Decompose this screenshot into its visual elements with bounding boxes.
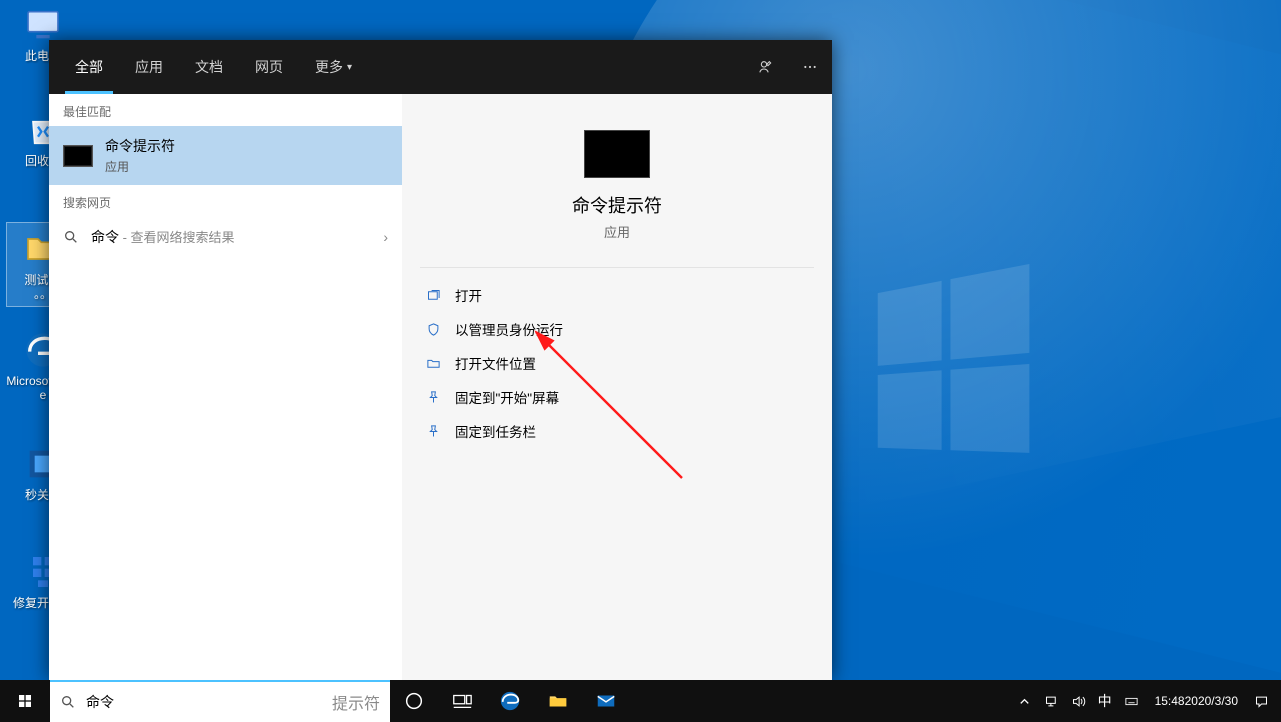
taskbar-app-edge[interactable] [486,680,534,722]
tray-overflow[interactable] [1011,680,1038,722]
tray-ime-keyboard[interactable] [1118,680,1145,722]
tray-date: 2020/3/30 [1185,694,1238,708]
result-web-search[interactable]: 命令 - 查看网络搜索结果 › [49,217,402,257]
cmd-icon [63,145,93,167]
tab-all[interactable]: 全部 [59,40,119,94]
result-best-match[interactable]: 命令提示符 应用 [49,126,402,185]
action-pin-to-start[interactable]: 固定到"开始"屏幕 [402,380,832,414]
tray-volume[interactable] [1065,680,1092,722]
tray-action-center[interactable] [1248,680,1275,722]
tab-apps[interactable]: 应用 [119,40,179,94]
chevron-right-icon: › [383,229,388,245]
section-best-match: 最佳匹配 [49,94,402,126]
shield-icon [426,322,441,337]
folder-icon [547,690,569,712]
open-icon [426,288,441,303]
tray-time: 15:48 [1155,694,1185,708]
tab-web[interactable]: 网页 [239,40,299,94]
volume-icon [1071,694,1086,709]
taskbar-app-mail[interactable] [582,680,630,722]
web-hint: - 查看网络搜索结果 [119,230,235,245]
preview-subtitle: 应用 [402,222,832,241]
action-open-file-location[interactable]: 打开文件位置 [402,346,832,380]
keyboard-icon [1124,694,1139,709]
pin-icon [426,424,441,439]
windows-icon [17,693,33,709]
action-label: 固定到"开始"屏幕 [455,387,559,407]
section-search-web: 搜索网页 [49,185,402,217]
action-label: 固定到任务栏 [455,421,536,441]
taskbar: 提示符 中 15:48 2020/3/30 [0,680,1281,722]
system-tray: 中 15:48 2020/3/30 [1011,680,1281,722]
action-label: 打开文件位置 [455,353,536,373]
cortana-icon [403,690,425,712]
tray-network[interactable] [1038,680,1065,722]
taskbar-task-view[interactable] [438,680,486,722]
pin-icon [426,390,441,405]
search-tabs: 全部 应用 文档 网页 更多 [49,40,832,94]
taskbar-app-explorer[interactable] [534,680,582,722]
folder-icon [426,356,441,371]
tray-clock[interactable]: 15:48 2020/3/30 [1145,680,1248,722]
tab-more[interactable]: 更多 [299,40,368,94]
taskbar-cortana[interactable] [390,680,438,722]
feedback-icon[interactable] [744,40,788,94]
tray-ime[interactable]: 中 [1092,680,1118,722]
search-preview-panel: 命令提示符 应用 打开 以管理员身份运行 打开文件位置 固定到"开始"屏幕 [402,94,832,680]
start-button[interactable] [0,680,50,722]
result-title: 命令提示符 [105,136,175,156]
action-open[interactable]: 打开 [402,278,832,312]
action-run-as-admin[interactable]: 以管理员身份运行 [402,312,832,346]
action-label: 打开 [455,285,482,305]
search-results-list: 最佳匹配 命令提示符 应用 搜索网页 命令 - 查看网络搜索结果 › [49,94,402,680]
action-pin-to-taskbar[interactable]: 固定到任务栏 [402,414,832,448]
pc-icon [23,5,63,45]
tab-docs[interactable]: 文档 [179,40,239,94]
search-flyout: 全部 应用 文档 网页 更多 最佳匹配 命令提示符 应用 搜索网页 [49,40,832,680]
taskbar-search[interactable]: 提示符 [50,680,390,722]
task-view-icon [451,690,473,712]
action-label: 以管理员身份运行 [455,319,563,339]
search-icon [63,229,79,245]
web-query: 命令 [91,229,119,245]
preview-cmd-icon [584,130,650,178]
chevron-up-icon [1017,694,1032,709]
network-icon [1044,694,1059,709]
preview-title: 命令提示符 [402,192,832,218]
more-options-icon[interactable] [788,40,832,94]
result-subtitle: 应用 [105,158,175,175]
mail-icon [595,690,617,712]
search-icon [60,694,76,710]
notifications-icon [1254,694,1269,709]
edge-icon [499,690,521,712]
